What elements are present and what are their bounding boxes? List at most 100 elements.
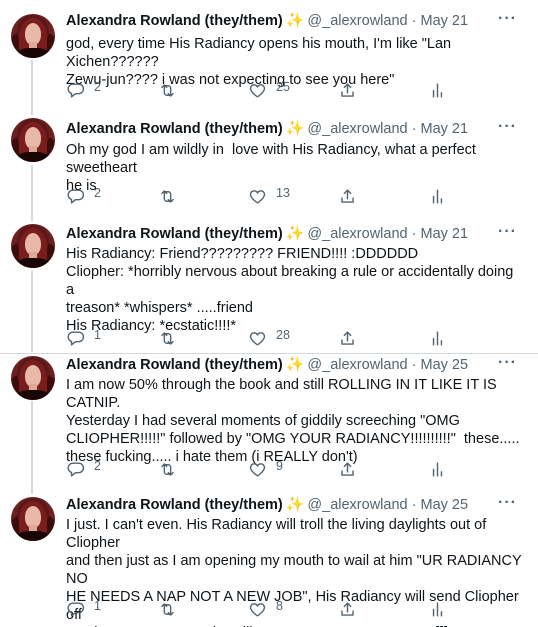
more-icon[interactable]: ···	[498, 355, 516, 376]
tweet-actions: 1 8	[66, 599, 456, 619]
tweet[interactable]: Alexandra Rowland (they/them) ✨ @_alexrowl…	[0, 0, 538, 113]
like-count: 9	[276, 459, 283, 473]
more-icon[interactable]: ···	[498, 224, 516, 245]
like-count: 13	[276, 186, 290, 200]
tweet-date[interactable]: May 21	[421, 226, 469, 242]
retweet-icon	[161, 602, 174, 616]
share-icon	[341, 82, 354, 97]
avatar[interactable]	[11, 497, 55, 541]
more-icon[interactable]: ···	[498, 119, 516, 140]
author-handle[interactable]: @_alexrowland	[307, 13, 407, 29]
author-handle[interactable]: @_alexrowland	[307, 497, 407, 513]
avatar[interactable]	[11, 118, 55, 162]
tweet-header: Alexandra Rowland (they/them) ✨ @_alexrowl…	[66, 119, 468, 139]
reply-button[interactable]: 1	[66, 599, 101, 619]
share-button[interactable]	[338, 80, 357, 100]
analytics-button[interactable]	[428, 328, 447, 348]
like-count: 25	[276, 80, 290, 94]
more-icon[interactable]: ···	[498, 11, 516, 32]
separator-dot: ·	[411, 357, 417, 373]
retweet-button[interactable]	[158, 80, 186, 100]
retweet-button[interactable]	[158, 599, 186, 619]
avatar[interactable]	[11, 356, 55, 400]
tweet-date[interactable]: May 25	[421, 497, 469, 513]
reply-button[interactable]: 1	[66, 328, 101, 348]
retweet-button[interactable]	[158, 186, 186, 206]
author-name[interactable]: Alexandra Rowland (they/them)	[66, 13, 283, 29]
avatar[interactable]	[11, 14, 55, 58]
heart-icon	[249, 189, 266, 204]
like-count: 28	[276, 328, 290, 342]
author-handle[interactable]: @_alexrowland	[307, 121, 407, 137]
analytics-button[interactable]	[428, 599, 447, 619]
avatar[interactable]	[11, 224, 55, 268]
retweet-icon	[161, 462, 174, 476]
like-button[interactable]: 25	[248, 80, 290, 100]
tweet[interactable]: Alexandra Rowland (they/them) ✨ @_alexrowl…	[0, 488, 538, 627]
tweet-date[interactable]: May 21	[421, 13, 469, 29]
reply-button[interactable]: 2	[66, 186, 101, 206]
retweet-button[interactable]	[158, 459, 186, 479]
analytics-icon	[432, 461, 443, 477]
analytics-button[interactable]	[428, 80, 447, 100]
tweet-date[interactable]: May 21	[421, 121, 469, 137]
reply-count: 2	[94, 459, 101, 473]
analytics-button[interactable]	[428, 459, 447, 479]
like-button[interactable]: 8	[248, 599, 283, 619]
reply-icon	[67, 601, 85, 617]
separator-dot: ·	[411, 121, 417, 137]
reply-count: 1	[94, 328, 101, 342]
like-button[interactable]: 13	[248, 186, 290, 206]
retweet-icon	[161, 189, 174, 203]
author-name[interactable]: Alexandra Rowland (they/them)	[66, 121, 283, 137]
author-handle[interactable]: @_alexrowland	[307, 226, 407, 242]
share-icon	[341, 330, 354, 345]
author-name[interactable]: Alexandra Rowland (they/them)	[66, 226, 283, 242]
like-count: 8	[276, 599, 283, 613]
retweet-icon	[161, 83, 174, 97]
separator-dot: ·	[411, 226, 417, 242]
sparkle-emoji: ✨	[285, 120, 305, 137]
share-button[interactable]	[338, 459, 357, 479]
retweet-button[interactable]	[158, 328, 186, 348]
separator-dot: ·	[411, 13, 417, 29]
separator-dot: ·	[411, 497, 417, 513]
tweet-header: Alexandra Rowland (they/them) ✨ @_alexrowl…	[66, 495, 468, 515]
analytics-icon	[432, 82, 443, 98]
reply-icon	[67, 188, 85, 204]
analytics-button[interactable]	[428, 186, 447, 206]
tweet-date[interactable]: May 25	[421, 357, 469, 373]
tweet-text: His Radiancy: Friend????????? FRIEND!!!!…	[66, 246, 514, 334]
author-name[interactable]: Alexandra Rowland (they/them)	[66, 497, 283, 513]
sparkle-emoji: ✨	[285, 496, 305, 513]
analytics-icon	[432, 188, 443, 204]
sparkle-emoji: ✨	[285, 225, 305, 242]
tweet[interactable]: Alexandra Rowland (they/them) ✨ @_alexrowl…	[0, 113, 538, 218]
share-icon	[341, 601, 354, 616]
tweet-header: Alexandra Rowland (they/them) ✨ @_alexrowl…	[66, 355, 468, 375]
author-name[interactable]: Alexandra Rowland (they/them)	[66, 357, 283, 373]
tweet[interactable]: Alexandra Rowland (they/them) ✨ @_alexrowl…	[0, 353, 538, 488]
tweet-actions: 2 25	[66, 80, 456, 100]
reply-button[interactable]: 2	[66, 80, 101, 100]
reply-icon	[67, 461, 85, 477]
author-handle[interactable]: @_alexrowland	[307, 357, 407, 373]
retweet-icon	[161, 331, 174, 345]
tweet-thread: Alexandra Rowland (they/them) ✨ @_alexrowl…	[0, 0, 538, 627]
share-icon	[341, 461, 354, 476]
sparkle-emoji: ✨	[285, 356, 305, 373]
reply-icon	[67, 82, 85, 98]
more-icon[interactable]: ···	[498, 495, 516, 516]
share-button[interactable]	[338, 599, 357, 619]
share-icon	[341, 188, 354, 203]
like-button[interactable]: 9	[248, 459, 283, 479]
share-button[interactable]	[338, 328, 357, 348]
like-button[interactable]: 28	[248, 328, 290, 348]
reply-button[interactable]: 2	[66, 459, 101, 479]
analytics-icon	[432, 330, 443, 346]
heart-icon	[249, 602, 266, 617]
heart-icon	[249, 462, 266, 477]
tweet[interactable]: Alexandra Rowland (they/them) ✨ @_alexrowl…	[0, 218, 538, 353]
heart-icon	[249, 331, 266, 346]
share-button[interactable]	[338, 186, 357, 206]
